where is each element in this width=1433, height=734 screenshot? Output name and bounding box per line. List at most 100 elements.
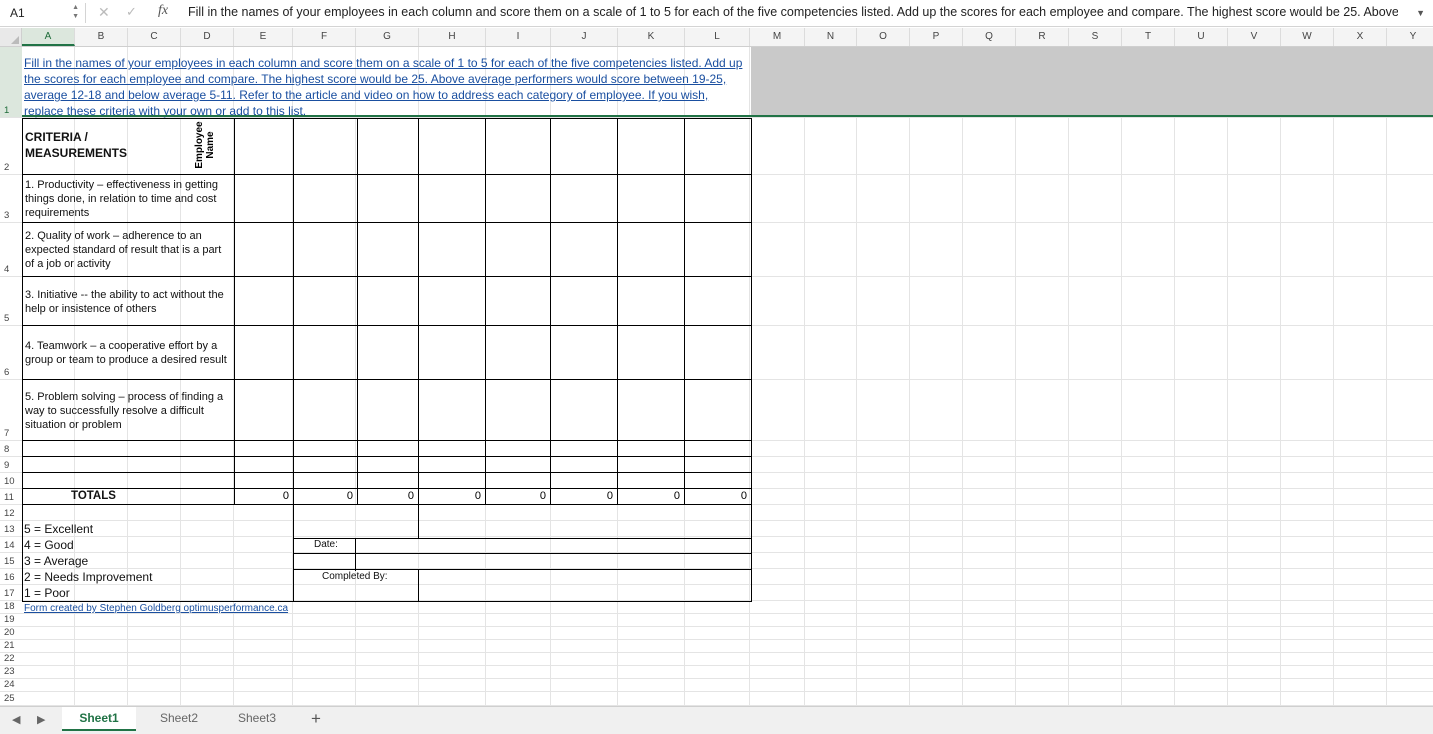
row-header-7[interactable]: 7 xyxy=(0,380,22,441)
column-headers: ABCDEFGHIJKLMNOPQRSTUVWXY xyxy=(0,28,1433,47)
row-header-1[interactable]: 1 xyxy=(0,47,22,118)
total-value: 0 xyxy=(282,490,289,502)
column-header-r[interactable]: R xyxy=(1016,28,1069,46)
column-header-x[interactable]: X xyxy=(1334,28,1387,46)
table-border xyxy=(293,118,294,505)
tab-sheet2[interactable]: Sheet2 xyxy=(142,707,216,729)
row-header-22[interactable]: 22 xyxy=(0,653,22,666)
criteria-problem-solving: 5. Problem solving – process of finding … xyxy=(25,391,224,431)
column-header-i[interactable]: I xyxy=(486,28,551,46)
row-header-4[interactable]: 4 xyxy=(0,223,22,277)
next-sheet-icon[interactable]: ▶ xyxy=(37,713,45,726)
table-border xyxy=(22,472,751,473)
row-header-10[interactable]: 10 xyxy=(0,473,22,489)
credit-link[interactable]: Form created by Stephen Goldberg optimus… xyxy=(24,603,288,614)
name-box-spinner-icon[interactable]: ▲ ▼ xyxy=(72,3,79,21)
table-border xyxy=(355,538,356,571)
row-header-25[interactable]: 25 xyxy=(0,692,22,706)
row-header-20[interactable]: 20 xyxy=(0,627,22,640)
row-header-18[interactable]: 18 xyxy=(0,601,22,614)
row-header-24[interactable]: 24 xyxy=(0,679,22,692)
formula-input[interactable]: Fill in the names of your employees in e… xyxy=(188,5,1398,19)
row-header-12[interactable]: 12 xyxy=(0,505,22,521)
column-header-q[interactable]: Q xyxy=(963,28,1016,46)
row-header-2[interactable]: 2 xyxy=(0,118,22,175)
gridline xyxy=(749,47,750,706)
row-header-21[interactable]: 21 xyxy=(0,640,22,653)
prev-sheet-icon[interactable]: ◀ xyxy=(12,713,20,726)
column-header-c[interactable]: C xyxy=(128,28,181,46)
add-sheet-button[interactable]: + xyxy=(311,709,321,729)
row-header-6[interactable]: 6 xyxy=(0,326,22,380)
table-border xyxy=(22,118,23,505)
criteria-teamwork: 4. Teamwork – a cooperative effort by a … xyxy=(25,340,227,366)
column-header-h[interactable]: H xyxy=(419,28,486,46)
column-header-s[interactable]: S xyxy=(1069,28,1122,46)
row-header-15[interactable]: 15 xyxy=(0,553,22,569)
table-border xyxy=(22,504,751,505)
column-header-t[interactable]: T xyxy=(1122,28,1175,46)
row-number: 19 xyxy=(4,614,15,625)
total-value: 0 xyxy=(474,490,481,502)
column-header-l[interactable]: L xyxy=(685,28,750,46)
table-border xyxy=(684,118,685,505)
row-header-19[interactable]: 19 xyxy=(0,614,22,627)
table-border xyxy=(22,325,751,326)
gridline xyxy=(22,665,1433,666)
column-header-w[interactable]: W xyxy=(1281,28,1334,46)
row-header-5[interactable]: 5 xyxy=(0,277,22,326)
column-header-p[interactable]: P xyxy=(910,28,963,46)
row-header-16[interactable]: 16 xyxy=(0,569,22,585)
row-header-11[interactable]: 11 xyxy=(0,489,22,505)
row-header-17[interactable]: 17 xyxy=(0,585,22,601)
completed-by-label: Completed By: xyxy=(322,571,388,582)
column-header-u[interactable]: U xyxy=(1175,28,1228,46)
total-value: 0 xyxy=(606,490,613,502)
name-box[interactable]: A1 ▲ ▼ xyxy=(4,3,86,23)
total-value: 0 xyxy=(673,490,680,502)
gridline xyxy=(22,520,1433,521)
gridline xyxy=(22,652,1433,653)
gridline xyxy=(962,47,963,706)
confirm-edit-icon[interactable]: ✓ xyxy=(126,4,137,20)
column-header-a[interactable]: A xyxy=(22,28,75,46)
column-header-d[interactable]: D xyxy=(181,28,234,46)
legend-needs-improvement: 2 = Needs Improvement xyxy=(24,570,153,584)
row-header-23[interactable]: 23 xyxy=(0,666,22,679)
row-header-8[interactable]: 8 xyxy=(0,441,22,457)
select-all-button[interactable] xyxy=(0,28,22,46)
table-border xyxy=(22,118,751,119)
table-border xyxy=(22,379,751,380)
row-header-3[interactable]: 3 xyxy=(0,175,22,223)
worksheet-grid[interactable]: Fill in the names of your employees in e… xyxy=(22,47,1433,706)
table-border xyxy=(418,569,419,602)
criteria-initiative: 3. Initiative -- the ability to act with… xyxy=(25,289,224,315)
employee-name-label: Employee Name xyxy=(194,121,216,169)
tab-sheet3[interactable]: Sheet3 xyxy=(220,707,294,729)
column-header-g[interactable]: G xyxy=(356,28,419,46)
row1-shaded-area xyxy=(751,47,1433,117)
gridline xyxy=(909,47,910,706)
gridline xyxy=(22,691,1433,692)
column-header-v[interactable]: V xyxy=(1228,28,1281,46)
table-border xyxy=(22,488,751,489)
insert-function-button[interactable]: fx xyxy=(158,3,168,19)
tab-sheet1[interactable]: Sheet1 xyxy=(62,707,136,731)
column-header-o[interactable]: O xyxy=(857,28,910,46)
column-header-f[interactable]: F xyxy=(293,28,356,46)
column-header-m[interactable]: M xyxy=(750,28,805,46)
column-header-n[interactable]: N xyxy=(805,28,857,46)
row-header-14[interactable]: 14 xyxy=(0,537,22,553)
row-header-9[interactable]: 9 xyxy=(0,457,22,473)
column-header-y[interactable]: Y xyxy=(1387,28,1433,46)
row-number: 6 xyxy=(4,367,10,378)
instructions-link[interactable]: Fill in the names of your employees in e… xyxy=(24,55,750,119)
column-header-k[interactable]: K xyxy=(618,28,685,46)
row-header-13[interactable]: 13 xyxy=(0,521,22,537)
row-number: 1 xyxy=(4,105,10,116)
cancel-edit-icon[interactable]: ✕ xyxy=(98,4,110,21)
column-header-j[interactable]: J xyxy=(551,28,618,46)
column-header-e[interactable]: E xyxy=(234,28,293,46)
column-header-b[interactable]: B xyxy=(75,28,128,46)
expand-formula-bar-icon[interactable]: ▼ xyxy=(1416,8,1425,18)
